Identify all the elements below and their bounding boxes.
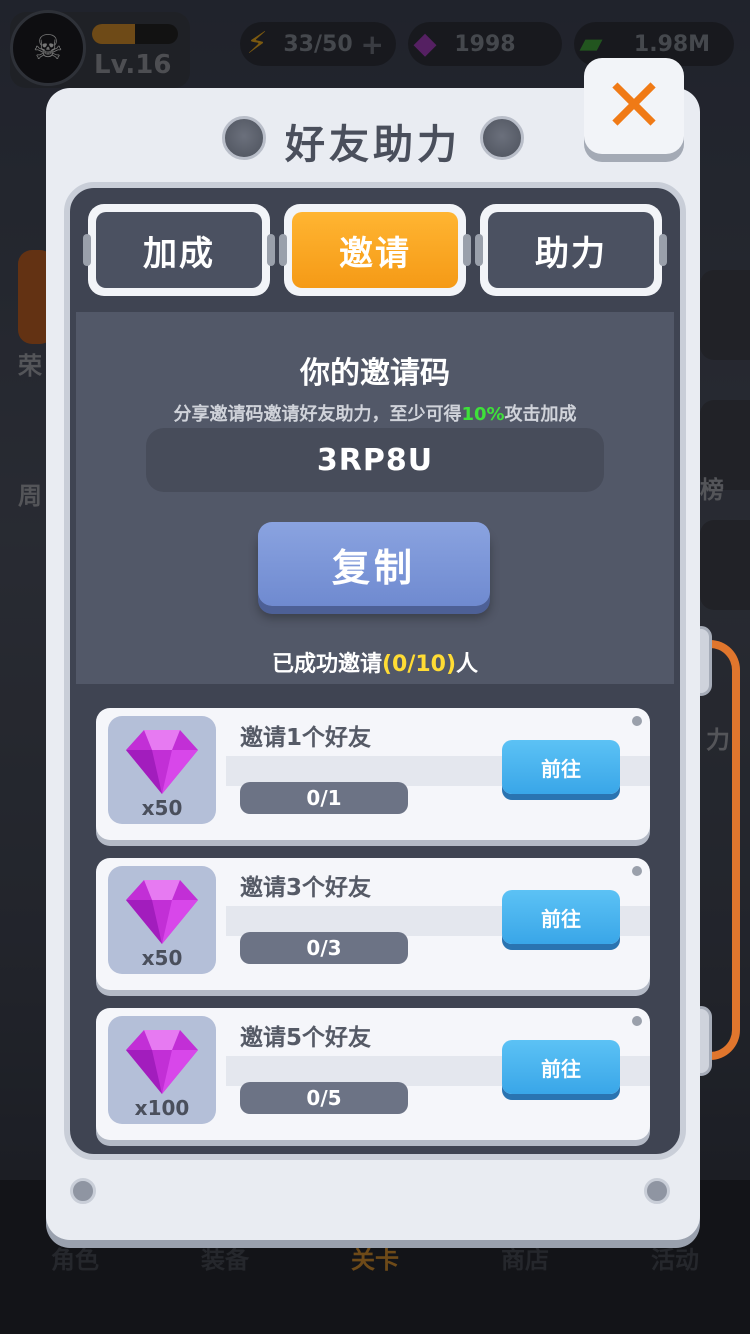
reward-quantity: x50 <box>141 946 183 970</box>
invited-count-prefix: 已成功邀请 <box>271 652 382 677</box>
go-button[interactable]: 前往 <box>502 1040 620 1094</box>
go-button[interactable]: 前往 <box>502 740 620 794</box>
reward-quantity: x50 <box>141 796 183 820</box>
close-icon: ✕ <box>602 63 665 149</box>
tab-assist[interactable]: 助力 <box>475 204 667 296</box>
tab-invite[interactable]: 邀请 <box>279 204 471 296</box>
task-title: 邀请5个好友 <box>240 1025 372 1051</box>
invite-code-box[interactable]: 3RP8U <box>146 428 604 492</box>
tab-label: 加成 <box>96 212 262 288</box>
invite-description-suffix: 攻击加成 <box>504 404 577 425</box>
copy-button[interactable]: 复制 <box>258 522 490 606</box>
task-card: x50 邀请3个好友 0/3 前往 <box>96 858 650 990</box>
dialog-bolt <box>70 1178 96 1204</box>
reward-box: x50 <box>108 866 216 974</box>
invited-count-line: 已成功邀请(0/10)人 <box>0 646 750 678</box>
invite-code-heading: 你的邀请码 <box>300 356 450 391</box>
dialog-bolt <box>644 1178 670 1204</box>
gem-icon <box>126 880 198 944</box>
tab-label: 助力 <box>488 212 654 288</box>
invite-description-prefix: 分享邀请码邀请好友助力，至少可得 <box>173 404 462 425</box>
invite-bonus-percent: 10% <box>461 404 505 425</box>
dialog-tabs: 加成 邀请 助力 <box>83 204 667 298</box>
tab-bonus[interactable]: 加成 <box>83 204 275 296</box>
task-card: x50 邀请1个好友 0/1 前往 <box>96 708 650 840</box>
go-button[interactable]: 前往 <box>502 890 620 944</box>
task-title: 邀请3个好友 <box>240 875 372 901</box>
task-progress: 0/1 <box>240 782 408 814</box>
task-card-dot <box>632 866 642 876</box>
invited-count: (0/10) <box>381 652 457 677</box>
gem-icon <box>126 730 198 794</box>
invite-description: 分享邀请码邀请好友助力，至少可得10%攻击加成 <box>0 400 750 426</box>
close-button[interactable]: ✕ <box>584 58 684 154</box>
task-progress: 0/5 <box>240 1082 408 1114</box>
gem-icon <box>126 1030 198 1094</box>
reward-box: x50 <box>108 716 216 824</box>
reward-box: x100 <box>108 1016 216 1124</box>
tab-label: 邀请 <box>292 212 458 288</box>
task-card-dot <box>632 1016 642 1026</box>
invited-count-suffix: 人 <box>456 652 479 677</box>
task-card: x100 邀请5个好友 0/5 前往 <box>96 1008 650 1140</box>
task-card-dot <box>632 716 642 726</box>
reward-quantity: x100 <box>134 1096 190 1120</box>
task-title: 邀请1个好友 <box>240 725 372 751</box>
task-progress: 0/3 <box>240 932 408 964</box>
